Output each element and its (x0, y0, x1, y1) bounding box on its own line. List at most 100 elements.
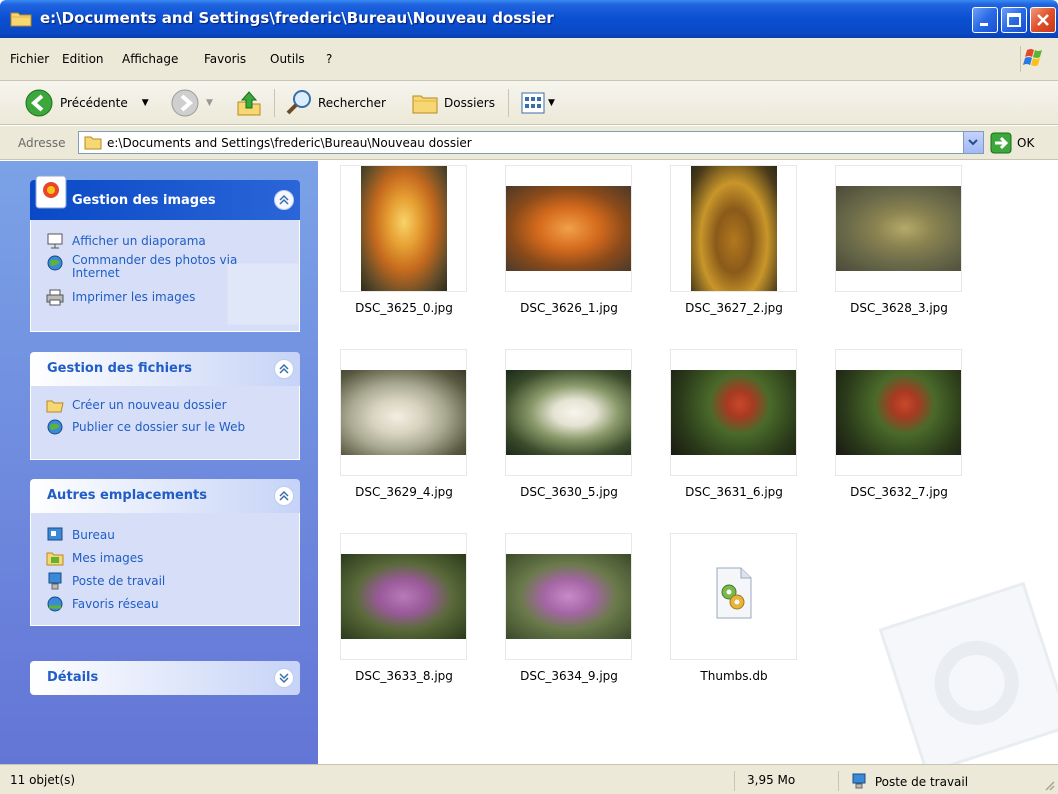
file-thumbnail[interactable] (505, 165, 632, 292)
photo-flower-image (836, 186, 961, 271)
photo-banksia-image (506, 186, 631, 271)
expand-button[interactable] (274, 668, 294, 688)
photo-purple-flower-image (506, 554, 631, 639)
menu-fichier[interactable]: Fichier (10, 52, 49, 66)
menu-affichage[interactable]: Affichage (122, 52, 178, 66)
file-name[interactable]: DSC_3634_9.jpg (489, 669, 649, 683)
computer-icon (48, 572, 62, 589)
file-name[interactable]: DSC_3628_3.jpg (819, 301, 979, 315)
file-thumbnail[interactable] (670, 533, 797, 660)
toolbar-separator (508, 89, 509, 117)
search-label: Rechercher (318, 96, 386, 110)
link-network[interactable]: Favoris réseau (31, 592, 299, 615)
slideshow-icon (47, 233, 63, 249)
menu-help[interactable]: ? (326, 52, 332, 66)
file-name[interactable]: DSC_3630_5.jpg (489, 485, 649, 499)
panel-header[interactable]: Autres emplacements (30, 479, 300, 513)
back-label: Précédente (60, 96, 128, 110)
file-name[interactable]: DSC_3629_4.jpg (324, 485, 484, 499)
address-dropdown-button[interactable] (963, 132, 983, 153)
resize-grip-icon[interactable] (1042, 778, 1056, 792)
file-name[interactable]: DSC_3632_7.jpg (819, 485, 979, 499)
up-folder-button[interactable] (234, 81, 264, 125)
picture-tasks-icon (35, 175, 67, 209)
link-new-folder[interactable]: Créer un nouveau dossier (31, 394, 299, 416)
search-icon (286, 90, 311, 115)
photo-banksia-image (361, 166, 447, 291)
minimize-icon (980, 23, 988, 26)
collapse-button[interactable] (274, 486, 294, 506)
panel-body: Bureau Mes images Poste de travail Favor… (30, 513, 300, 626)
file-name[interactable]: DSC_3625_0.jpg (324, 301, 484, 315)
folders-button[interactable]: Dossiers (410, 81, 495, 125)
title-bar[interactable]: e:\Documents and Settings\frederic\Burea… (0, 0, 1058, 38)
link-my-computer[interactable]: Poste de travail (31, 569, 299, 592)
link-label: Créer un nouveau dossier (72, 398, 227, 412)
forward-arrow-icon (171, 89, 199, 117)
search-button[interactable]: Rechercher (284, 81, 386, 125)
file-view[interactable]: DSC_3625_0.jpg DSC_3626_1.jpg DSC_3627_2… (318, 161, 1058, 766)
back-dropdown-icon[interactable]: ▼ (142, 98, 149, 108)
menu-edition[interactable]: Edition (62, 52, 104, 66)
file-thumbnail[interactable] (835, 349, 962, 476)
task-pane: Gestion des images Afficher un diaporama… (0, 161, 318, 764)
link-label: Publier ce dossier sur le Web (72, 420, 246, 434)
collapse-button[interactable] (274, 190, 294, 210)
address-bar: Adresse e:\Documents and Settings\freder… (0, 126, 1058, 160)
link-slideshow[interactable]: Afficher un diaporama (31, 230, 299, 252)
panel-details: Détails (30, 661, 300, 695)
pane-watermark-icon (227, 263, 299, 325)
panel-header[interactable]: Gestion des fichiers (30, 352, 300, 386)
chevron-up-icon (279, 363, 289, 374)
panel-header[interactable]: Gestion des images (30, 175, 300, 220)
folders-icon (412, 95, 438, 114)
photo-red-flower-image (836, 370, 961, 455)
link-label: Imprimer les images (72, 290, 196, 304)
toolbar: Précédente ▼ ▼ Rechercher Dossiers ▼ (0, 81, 1058, 125)
go-arrow-icon (990, 132, 1012, 153)
chevron-down-icon (279, 673, 289, 684)
go-label: OK (1017, 135, 1035, 150)
file-thumbnail[interactable] (340, 349, 467, 476)
file-thumbnail[interactable] (340, 165, 467, 292)
window-title: e:\Documents and Settings\frederic\Burea… (40, 9, 554, 27)
file-thumbnail[interactable] (340, 533, 467, 660)
forward-button[interactable]: ▼ (170, 81, 213, 125)
link-desktop[interactable]: Bureau (31, 523, 299, 546)
file-name[interactable]: DSC_3631_6.jpg (654, 485, 814, 499)
maximize-button[interactable] (1001, 7, 1027, 33)
collapse-button[interactable] (274, 359, 294, 379)
file-thumbnail[interactable] (505, 349, 632, 476)
file-name[interactable]: DSC_3627_2.jpg (654, 301, 814, 315)
network-icon (47, 596, 63, 611)
file-thumbnail[interactable] (835, 165, 962, 292)
photo-red-flower-image (671, 370, 796, 455)
file-name[interactable]: DSC_3626_1.jpg (489, 301, 649, 315)
windows-logo-icon (1020, 46, 1048, 72)
link-publish-web[interactable]: Publier ce dossier sur le Web (31, 416, 299, 438)
views-button[interactable]: ▼ (520, 81, 555, 125)
link-my-pictures[interactable]: Mes images (31, 546, 299, 569)
link-label: Poste de travail (72, 573, 166, 588)
file-name[interactable]: DSC_3633_8.jpg (324, 669, 484, 683)
back-button[interactable]: Précédente ▼ (24, 81, 149, 125)
file-name[interactable]: Thumbs.db (654, 669, 814, 683)
panel-title: Gestion des images (72, 193, 216, 208)
menu-favoris[interactable]: Favoris (204, 52, 246, 66)
minimize-button[interactable] (972, 7, 998, 33)
file-thumbnail[interactable] (670, 165, 797, 292)
status-size-cell: 3,95 Mo (734, 771, 838, 791)
total-size: 3,95 Mo (747, 773, 796, 787)
file-thumbnail[interactable] (505, 533, 632, 660)
link-label: Afficher un diaporama (72, 234, 206, 248)
desktop-icon (47, 527, 63, 540)
status-zone-cell: Poste de travail (838, 771, 1043, 791)
panel-other-places: Autres emplacements Bureau Mes images Po… (30, 479, 300, 626)
menu-outils[interactable]: Outils (270, 52, 305, 66)
go-button[interactable]: OK (990, 131, 1052, 154)
up-folder-icon (237, 91, 261, 116)
file-thumbnail[interactable] (670, 349, 797, 476)
panel-header[interactable]: Détails (30, 661, 300, 695)
address-input[interactable]: e:\Documents and Settings\frederic\Burea… (78, 131, 984, 154)
close-button[interactable] (1030, 7, 1056, 33)
